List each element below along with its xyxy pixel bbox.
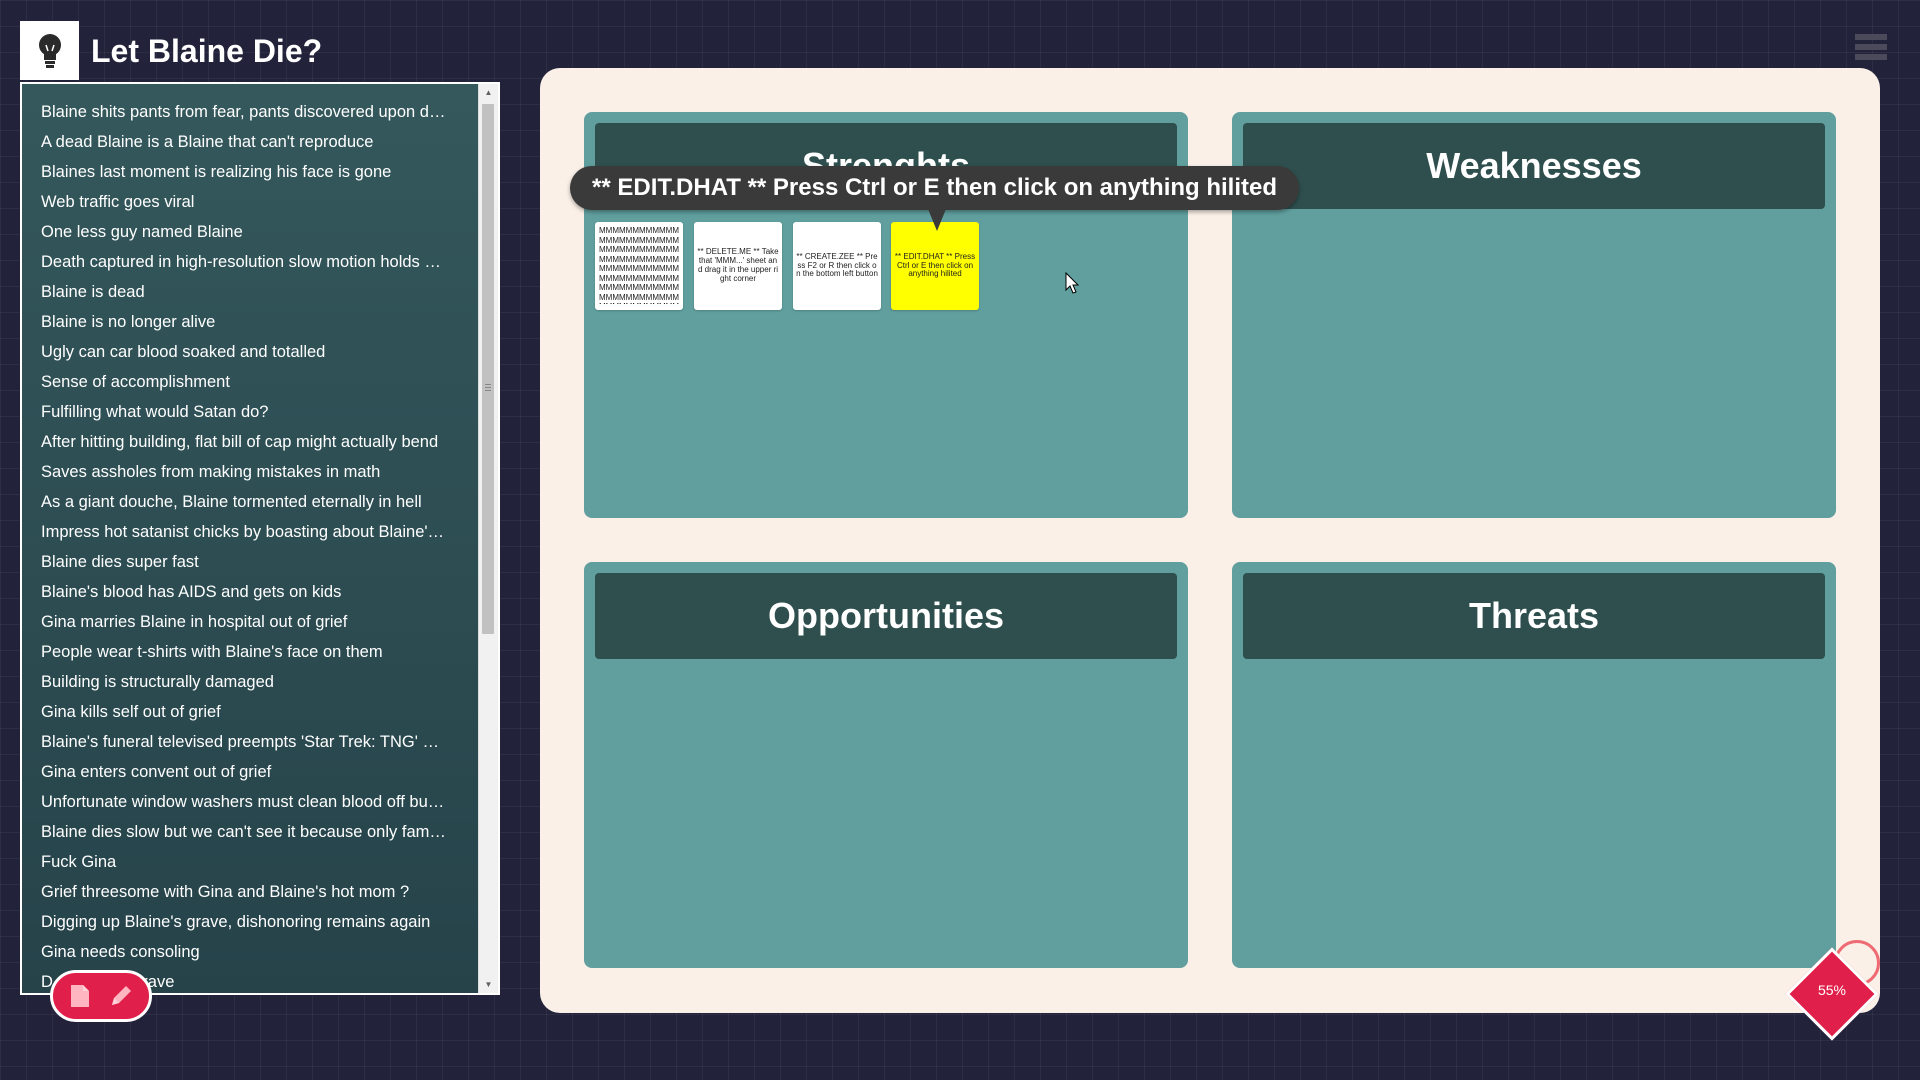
idea-item[interactable]: Fuck Gina [22,847,447,877]
scroll-down-icon[interactable]: ▼ [479,976,498,993]
idea-item[interactable]: One less guy named Blaine [22,217,447,247]
idea-item[interactable]: Blaine is no longer alive [22,307,447,337]
sticky-note[interactable]: MMMMMMMMMMMMMMMMMMMMMMMMMMMMMMMMMMMMMMMM… [595,222,683,310]
idea-item[interactable]: Blaine dies super fast [22,547,447,577]
idea-item[interactable]: Gina needs consoling [22,937,447,967]
idea-item[interactable]: As a giant douche, Blaine tormented eter… [22,487,447,517]
idea-item[interactable]: Death captured in high-resolution slow m… [22,247,447,277]
sticky-note[interactable]: ** CREATE.ZEE ** Press F2 or R then clic… [793,222,881,310]
idea-item[interactable]: Blaines last moment is realizing his fac… [22,157,447,187]
idea-item[interactable]: Sense of accomplishment [22,367,447,397]
idea-item[interactable]: Fulfilling what would Satan do? [22,397,447,427]
scroll-up-icon[interactable]: ▲ [479,84,498,101]
idea-item[interactable]: Blaine is dead [22,277,447,307]
threats-quadrant[interactable]: Threats [1232,562,1836,968]
idea-item[interactable]: Grief threesome with Gina and Blaine's h… [22,877,447,907]
idea-item[interactable]: Gina kills self out of grief [22,697,447,727]
idea-item[interactable]: Gina enters convent out of grief [22,757,447,787]
hamburger-menu-icon[interactable] [1855,34,1887,66]
tooltip-arrow [928,209,946,231]
idea-item[interactable]: Impress hot satanist chicks by boasting … [22,517,447,547]
sidebar-scrollbar[interactable]: ▲ ▼ [478,84,498,993]
app-logo [20,21,79,80]
edit-tooltip: ** EDIT.DHAT ** Press Ctrl or E then cli… [570,166,1300,210]
edit-pencil-icon[interactable] [108,983,134,1009]
idea-item[interactable]: Blaine's funeral televised preempts 'Sta… [22,727,447,757]
idea-item[interactable]: Blaine's blood has AIDS and gets on kids [22,577,447,607]
idea-item[interactable]: Gina marries Blaine in hospital out of g… [22,607,447,637]
scroll-thumb[interactable] [482,104,494,634]
idea-item[interactable]: People wear t-shirts with Blaine's face … [22,637,447,667]
ideas-sidebar: Blaine shits pants from fear, pants disc… [20,82,500,995]
opportunities-quadrant[interactable]: Opportunities [584,562,1188,968]
sticky-note-highlighted[interactable]: ** EDIT.DHAT ** Press Ctrl or E then cli… [891,222,979,310]
idea-item[interactable]: After hitting building, flat bill of cap… [22,427,447,457]
threats-header: Threats [1243,573,1825,659]
idea-item[interactable]: Saves assholes from making mistakes in m… [22,457,447,487]
idea-item[interactable]: Digging up Blaine's grave, dishonoring r… [22,907,447,937]
sidebar-tools [50,970,152,1022]
idea-item[interactable]: Blaine dies slow but we can't see it bec… [22,817,447,847]
idea-item[interactable]: Unfortunate window washers must clean bl… [22,787,447,817]
weaknesses-quadrant[interactable]: Weaknesses [1232,112,1836,518]
ideas-list: Blaine shits pants from fear, pants disc… [22,84,498,993]
scroll-grip-icon [485,384,491,393]
mouse-cursor-icon [1065,272,1080,294]
lightbulb-icon [38,33,61,68]
opportunities-header: Opportunities [595,573,1177,659]
idea-item[interactable]: Blaine shits pants from fear, pants disc… [22,97,447,127]
idea-item[interactable]: Web traffic goes viral [22,187,447,217]
idea-item[interactable]: Ugly can car blood soaked and totalled [22,337,447,367]
page-title: Let Blaine Die? [91,33,323,69]
sticky-note[interactable]: ** DELETE.ME ** Take that 'MMM...' sheet… [694,222,782,310]
idea-item[interactable]: Building is structurally damaged [22,667,447,697]
weaknesses-header: Weaknesses [1243,123,1825,209]
zoom-level: 55% [1817,982,1847,998]
new-note-icon[interactable] [68,983,92,1009]
idea-item[interactable]: A dead Blaine is a Blaine that can't rep… [22,127,447,157]
